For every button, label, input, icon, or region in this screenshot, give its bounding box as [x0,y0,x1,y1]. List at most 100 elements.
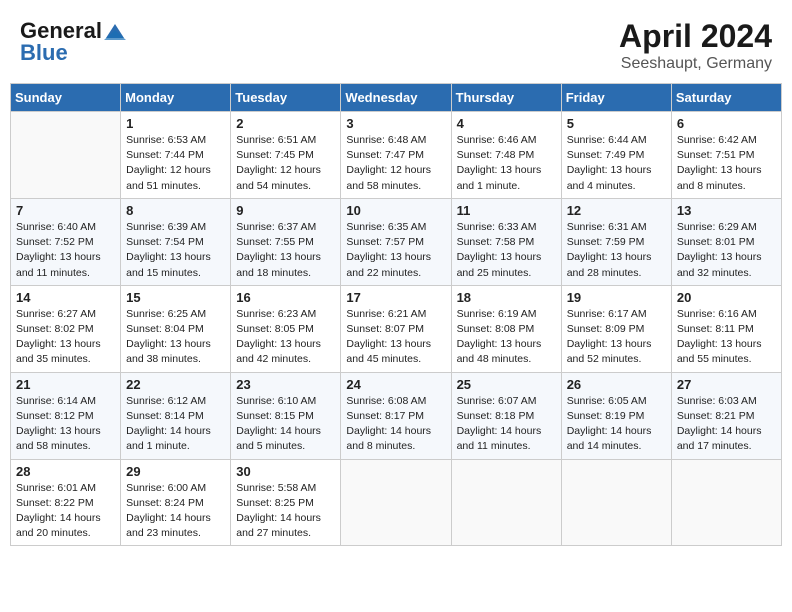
calendar-title: April 2024 [619,18,772,55]
day-number: 16 [236,290,335,305]
day-info: Sunrise: 6:16 AMSunset: 8:11 PMDaylight:… [677,307,776,368]
day-number: 30 [236,464,335,479]
calendar-cell: 23 Sunrise: 6:10 AMSunset: 8:15 PMDayligh… [231,372,341,459]
calendar-cell [671,459,781,546]
weekday-header-friday: Friday [561,84,671,112]
calendar-cell: 13 Sunrise: 6:29 AMSunset: 8:01 PMDayligh… [671,198,781,285]
day-number: 27 [677,377,776,392]
day-info: Sunrise: 6:19 AMSunset: 8:08 PMDaylight:… [457,307,556,368]
calendar-cell: 8 Sunrise: 6:39 AMSunset: 7:54 PMDaylight… [121,198,231,285]
calendar-cell [451,459,561,546]
day-info: Sunrise: 6:35 AMSunset: 7:57 PMDaylight:… [346,220,445,281]
calendar-table: SundayMondayTuesdayWednesdayThursdayFrid… [10,83,782,546]
calendar-cell: 15 Sunrise: 6:25 AMSunset: 8:04 PMDayligh… [121,285,231,372]
calendar-cell: 21 Sunrise: 6:14 AMSunset: 8:12 PMDayligh… [11,372,121,459]
day-info: Sunrise: 6:10 AMSunset: 8:15 PMDaylight:… [236,394,335,455]
day-info: Sunrise: 6:21 AMSunset: 8:07 PMDaylight:… [346,307,445,368]
day-info: Sunrise: 6:00 AMSunset: 8:24 PMDaylight:… [126,481,225,542]
calendar-cell: 25Sunrise: 6:07 AMSunset: 8:18 PMDayligh… [451,372,561,459]
day-number: 19 [567,290,666,305]
day-number: 20 [677,290,776,305]
day-info: Sunrise: 6:51 AMSunset: 7:45 PMDaylight:… [236,133,335,194]
day-info: Sunrise: 6:48 AMSunset: 7:47 PMDaylight:… [346,133,445,194]
logo-blue: Blue [20,40,68,66]
day-number: 11 [457,203,556,218]
calendar-cell: 9 Sunrise: 6:37 AMSunset: 7:55 PMDaylight… [231,198,341,285]
day-number: 3 [346,116,445,131]
calendar-cell: 22 Sunrise: 6:12 AMSunset: 8:14 PMDayligh… [121,372,231,459]
day-number: 29 [126,464,225,479]
title-area: April 2024 Seeshaupt, Germany [619,18,772,73]
weekday-header-saturday: Saturday [671,84,781,112]
day-number: 10 [346,203,445,218]
calendar-cell: 19 Sunrise: 6:17 AMSunset: 8:09 PMDayligh… [561,285,671,372]
calendar-cell: 11 Sunrise: 6:33 AMSunset: 7:58 PMDayligh… [451,198,561,285]
calendar-cell: 20 Sunrise: 6:16 AMSunset: 8:11 PMDayligh… [671,285,781,372]
day-number: 4 [457,116,556,131]
calendar-cell: 14 Sunrise: 6:27 AMSunset: 8:02 PMDayligh… [11,285,121,372]
weekday-header-thursday: Thursday [451,84,561,112]
day-info: Sunrise: 6:12 AMSunset: 8:14 PMDaylight:… [126,394,225,455]
logo-icon [104,22,126,40]
day-info: Sunrise: 6:37 AMSunset: 7:55 PMDaylight:… [236,220,335,281]
calendar-cell: 16 Sunrise: 6:23 AMSunset: 8:05 PMDayligh… [231,285,341,372]
day-info: Sunrise: 6:31 AMSunset: 7:59 PMDaylight:… [567,220,666,281]
day-info: Sunrise: 6:14 AMSunset: 8:12 PMDaylight:… [16,394,115,455]
weekday-header-tuesday: Tuesday [231,84,341,112]
day-info: Sunrise: 6:17 AMSunset: 8:09 PMDaylight:… [567,307,666,368]
day-number: 22 [126,377,225,392]
calendar-cell: 4Sunrise: 6:46 AMSunset: 7:48 PMDaylight… [451,112,561,199]
calendar-cell: 3 Sunrise: 6:48 AMSunset: 7:47 PMDaylight… [341,112,451,199]
day-number: 7 [16,203,115,218]
day-number: 21 [16,377,115,392]
day-info: Sunrise: 6:03 AMSunset: 8:21 PMDaylight:… [677,394,776,455]
calendar-cell: 10 Sunrise: 6:35 AMSunset: 7:57 PMDayligh… [341,198,451,285]
weekday-header-sunday: Sunday [11,84,121,112]
calendar-cell: 5 Sunrise: 6:44 AMSunset: 7:49 PMDaylight… [561,112,671,199]
day-info: Sunrise: 6:42 AMSunset: 7:51 PMDaylight:… [677,133,776,194]
day-number: 12 [567,203,666,218]
day-info: Sunrise: 6:07 AMSunset: 8:18 PMDaylight:… [457,394,556,455]
day-number: 8 [126,203,225,218]
header: General Blue April 2024 Seeshaupt, Germa… [10,10,782,79]
calendar-cell: 28 Sunrise: 6:01 AMSunset: 8:22 PMDayligh… [11,459,121,546]
day-info: Sunrise: 6:05 AMSunset: 8:19 PMDaylight:… [567,394,666,455]
calendar-cell [11,112,121,199]
day-number: 9 [236,203,335,218]
weekday-header-monday: Monday [121,84,231,112]
day-number: 24 [346,377,445,392]
day-info: Sunrise: 6:33 AMSunset: 7:58 PMDaylight:… [457,220,556,281]
day-info: Sunrise: 6:40 AMSunset: 7:52 PMDaylight:… [16,220,115,281]
calendar-cell: 12 Sunrise: 6:31 AMSunset: 7:59 PMDayligh… [561,198,671,285]
calendar-cell: 7 Sunrise: 6:40 AMSunset: 7:52 PMDaylight… [11,198,121,285]
logo: General Blue [20,18,126,66]
day-info: Sunrise: 5:58 AMSunset: 8:25 PMDaylight:… [236,481,335,542]
calendar-cell: 17 Sunrise: 6:21 AMSunset: 8:07 PMDayligh… [341,285,451,372]
calendar-cell [341,459,451,546]
day-info: Sunrise: 6:29 AMSunset: 8:01 PMDaylight:… [677,220,776,281]
day-info: Sunrise: 6:44 AMSunset: 7:49 PMDaylight:… [567,133,666,194]
day-info: Sunrise: 6:23 AMSunset: 8:05 PMDaylight:… [236,307,335,368]
calendar-cell: 24Sunrise: 6:08 AMSunset: 8:17 PMDayligh… [341,372,451,459]
calendar-cell: 6Sunrise: 6:42 AMSunset: 7:51 PMDaylight… [671,112,781,199]
day-number: 28 [16,464,115,479]
day-number: 14 [16,290,115,305]
calendar-cell [561,459,671,546]
day-number: 18 [457,290,556,305]
day-info: Sunrise: 6:39 AMSunset: 7:54 PMDaylight:… [126,220,225,281]
calendar-cell: 1Sunrise: 6:53 AMSunset: 7:44 PMDaylight… [121,112,231,199]
day-info: Sunrise: 6:27 AMSunset: 8:02 PMDaylight:… [16,307,115,368]
day-number: 15 [126,290,225,305]
calendar-subtitle: Seeshaupt, Germany [619,55,772,73]
calendar-cell: 27 Sunrise: 6:03 AMSunset: 8:21 PMDayligh… [671,372,781,459]
day-info: Sunrise: 6:25 AMSunset: 8:04 PMDaylight:… [126,307,225,368]
day-number: 23 [236,377,335,392]
day-number: 17 [346,290,445,305]
weekday-header-wednesday: Wednesday [341,84,451,112]
day-number: 5 [567,116,666,131]
day-number: 2 [236,116,335,131]
day-number: 13 [677,203,776,218]
calendar-cell: 2 Sunrise: 6:51 AMSunset: 7:45 PMDaylight… [231,112,341,199]
day-info: Sunrise: 6:01 AMSunset: 8:22 PMDaylight:… [16,481,115,542]
day-number: 1 [126,116,225,131]
